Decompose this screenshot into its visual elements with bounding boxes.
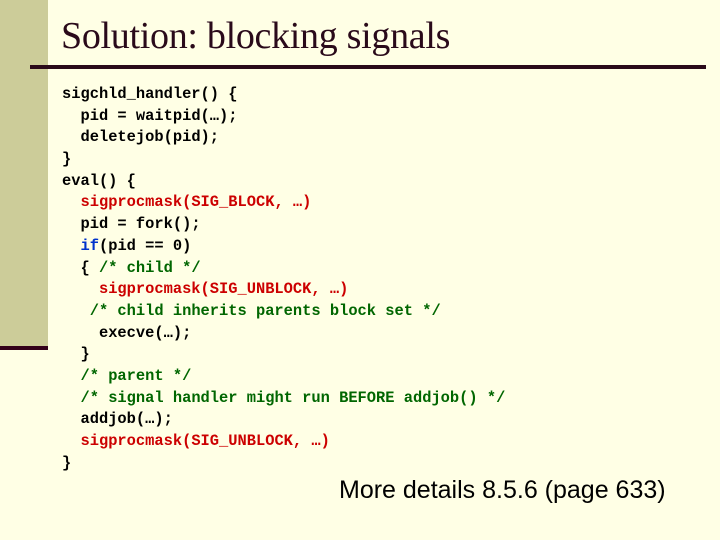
- code-line: sigprocmask(SIG_BLOCK, …): [62, 192, 505, 214]
- footer-reference: More details 8.5.6 (page 633): [339, 476, 666, 504]
- code-text: deletejob(pid);: [80, 128, 220, 147]
- code-line: /* parent */: [62, 366, 505, 388]
- code-text: }: [80, 345, 90, 364]
- code-line: /* child inherits parents block set */: [62, 301, 505, 323]
- code-line: }: [62, 344, 505, 366]
- code-line: { /* child */: [62, 258, 505, 280]
- sidebar-accent-bar: [0, 346, 48, 350]
- title-divider: [30, 65, 706, 69]
- code-line: sigprocmask(SIG_UNBLOCK, …): [62, 279, 505, 301]
- code-line: deletejob(pid);: [62, 127, 505, 149]
- code-text: execve(…);: [98, 323, 192, 342]
- code-highlight: sigprocmask(SIG_UNBLOCK, …): [98, 280, 349, 299]
- code-highlight: sigprocmask(SIG_BLOCK, …): [80, 193, 312, 212]
- code-text: (pid == 0): [98, 236, 192, 255]
- code-line: }: [62, 453, 505, 475]
- code-comment: /* signal handler might run BEFORE addjo…: [80, 388, 506, 407]
- code-line: if(pid == 0): [62, 236, 505, 258]
- slide-sidebar-stripe: [0, 0, 48, 346]
- slide-title: Solution: blocking signals: [61, 15, 451, 57]
- code-comment: /* child inherits parents block set */: [89, 301, 441, 320]
- code-text: }: [62, 453, 72, 472]
- code-comment: /* parent */: [80, 366, 192, 385]
- code-line: eval() {: [62, 171, 505, 193]
- code-line: addjob(…);: [62, 409, 505, 431]
- code-text: eval() {: [62, 171, 136, 190]
- code-text: }: [62, 150, 72, 169]
- code-text: sigchld_handler() {: [62, 85, 238, 103]
- code-line: pid = fork();: [62, 214, 505, 236]
- code-line: }: [62, 149, 505, 171]
- code-line: execve(…);: [62, 323, 505, 345]
- code-text: {: [80, 258, 99, 277]
- code-comment: /* child */: [98, 258, 201, 277]
- code-text: addjob(…);: [80, 410, 173, 429]
- code-line: pid = waitpid(…);: [62, 106, 505, 128]
- code-line: sigprocmask(SIG_UNBLOCK, …): [62, 431, 505, 453]
- code-line: /* signal handler might run BEFORE addjo…: [62, 388, 505, 410]
- code-line: sigchld_handler() {: [62, 84, 505, 106]
- code-block: sigchld_handler() { pid = waitpid(…); de…: [62, 84, 505, 474]
- code-highlight: sigprocmask(SIG_UNBLOCK, …): [80, 432, 330, 450]
- code-text: pid = waitpid(…);: [80, 106, 238, 125]
- code-keyword: if: [80, 236, 99, 255]
- code-text: pid = fork();: [80, 215, 201, 234]
